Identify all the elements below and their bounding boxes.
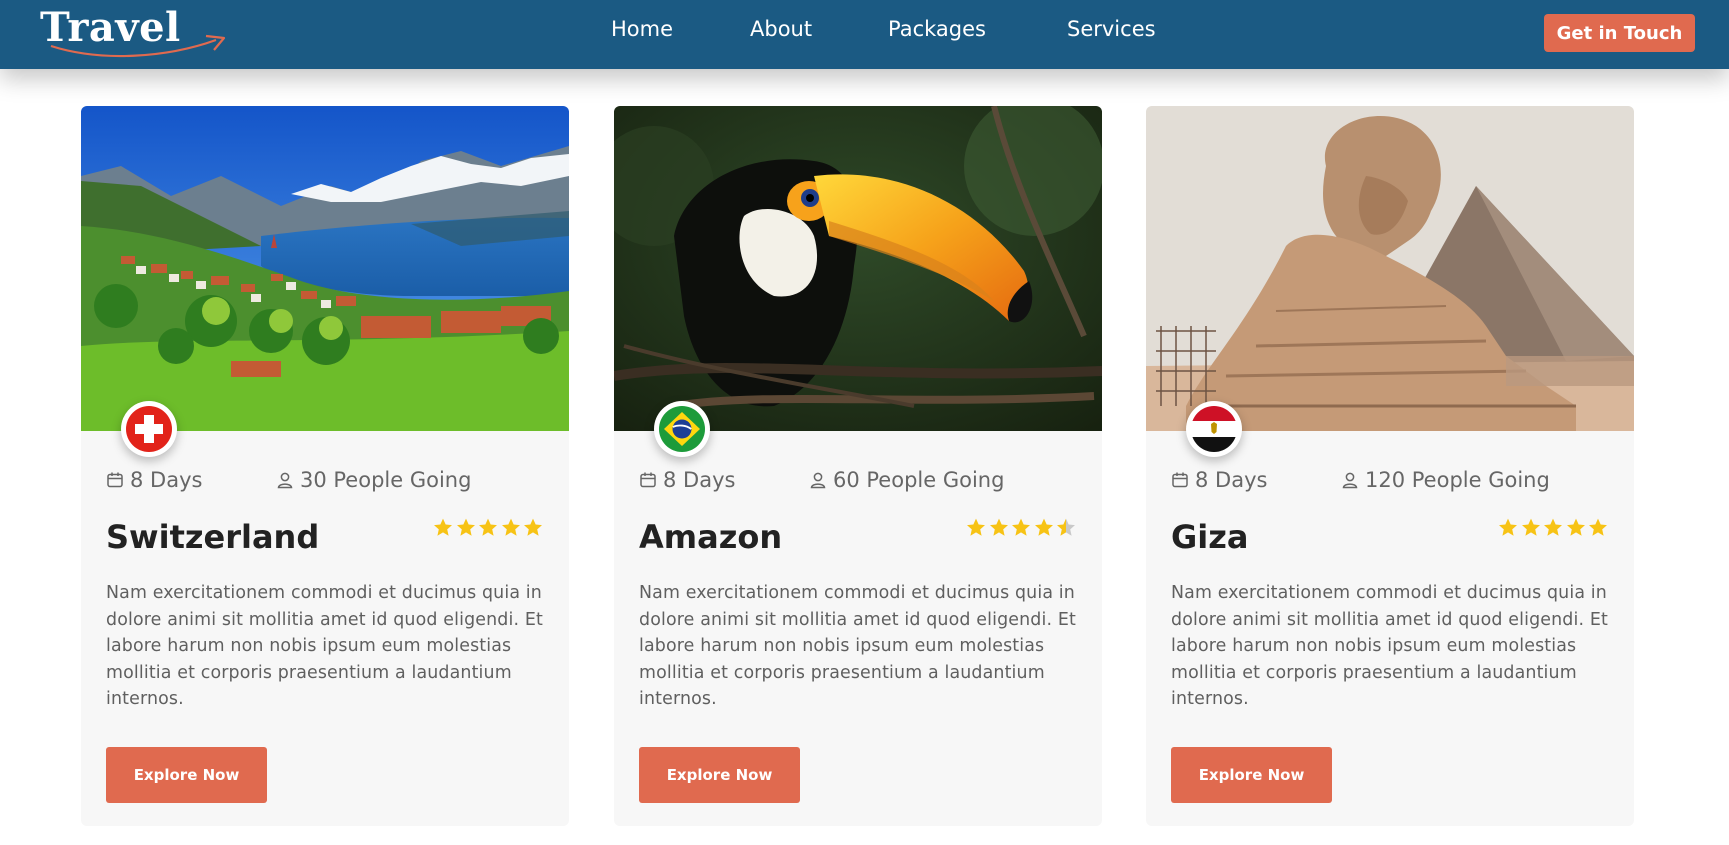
explore-now-button[interactable]: Explore Now xyxy=(106,747,267,803)
star-icon xyxy=(455,517,477,539)
rating-stars xyxy=(1497,517,1610,539)
card-title: Amazon xyxy=(639,518,783,556)
nav-services[interactable]: Services xyxy=(1067,17,1156,41)
star-icon xyxy=(432,517,454,539)
card-title: Giza xyxy=(1171,518,1249,556)
rating-stars xyxy=(432,517,545,539)
star-icon xyxy=(500,517,522,539)
duration: 8 Days xyxy=(1171,468,1267,492)
star-icon xyxy=(1055,517,1077,539)
people-text: 60 People Going xyxy=(833,468,1005,492)
card-description: Nam exercitationem commodi et ducimus qu… xyxy=(106,583,543,709)
person-icon xyxy=(809,471,827,489)
star-icon xyxy=(965,517,987,539)
package-card-switzerland: 8 Days 30 People Going Switzerland Nam e… xyxy=(81,106,569,826)
people-text: 30 People Going xyxy=(300,468,472,492)
switzerland-flag-icon xyxy=(121,401,177,457)
person-icon xyxy=(276,471,294,489)
star-icon xyxy=(522,517,544,539)
lake-village-image xyxy=(81,106,569,431)
explore-now-button[interactable]: Explore Now xyxy=(639,747,800,803)
explore-now-button[interactable]: Explore Now xyxy=(1171,747,1332,803)
toucan-image xyxy=(614,106,1102,431)
calendar-icon xyxy=(1171,471,1189,489)
card-image-sphinx[interactable] xyxy=(1146,106,1634,431)
nav-about[interactable]: About xyxy=(750,17,812,41)
package-card-amazon: 8 Days 60 People Going Amazon Nam exerci… xyxy=(614,106,1102,826)
top-navbar: Travel Home About Packages Services Get … xyxy=(0,0,1729,69)
star-icon xyxy=(477,517,499,539)
egypt-flag-icon xyxy=(1186,401,1242,457)
duration-text: 8 Days xyxy=(1195,468,1268,492)
star-icon xyxy=(1565,517,1587,539)
person-icon xyxy=(1341,471,1359,489)
star-icon xyxy=(1010,517,1032,539)
card-image-lake-village[interactable] xyxy=(81,106,569,431)
star-icon xyxy=(1542,517,1564,539)
card-meta: 8 Days 30 People Going xyxy=(106,468,546,498)
star-icon xyxy=(988,517,1010,539)
card-description: Nam exercitationem commodi et ducimus qu… xyxy=(1171,583,1608,709)
people-text: 120 People Going xyxy=(1365,468,1550,492)
duration-text: 8 Days xyxy=(130,468,203,492)
card-meta: 8 Days 60 People Going xyxy=(639,468,1079,498)
people-going: 120 People Going xyxy=(1341,468,1550,492)
rating-stars xyxy=(965,517,1078,539)
brazil-flag-icon xyxy=(654,401,710,457)
logo-swoosh-icon xyxy=(50,34,226,58)
star-icon xyxy=(1033,517,1055,539)
duration: 8 Days xyxy=(106,468,202,492)
duration-text: 8 Days xyxy=(663,468,736,492)
card-title: Switzerland xyxy=(106,518,320,556)
nav-packages[interactable]: Packages xyxy=(888,17,986,41)
people-going: 60 People Going xyxy=(809,468,1004,492)
people-going: 30 People Going xyxy=(276,468,471,492)
travel-logo[interactable]: Travel xyxy=(40,4,230,64)
star-icon xyxy=(1497,517,1519,539)
get-in-touch-button[interactable]: Get in Touch xyxy=(1544,14,1695,52)
calendar-icon xyxy=(639,471,657,489)
package-card-giza: 8 Days 120 People Going Giza Nam exercit… xyxy=(1146,106,1634,826)
card-image-toucan[interactable] xyxy=(614,106,1102,431)
duration: 8 Days xyxy=(639,468,735,492)
calendar-icon xyxy=(106,471,124,489)
star-icon xyxy=(1520,517,1542,539)
card-description: Nam exercitationem commodi et ducimus qu… xyxy=(639,583,1076,709)
nav-home[interactable]: Home xyxy=(611,17,673,41)
star-icon xyxy=(1587,517,1609,539)
sphinx-image xyxy=(1146,106,1634,431)
card-meta: 8 Days 120 People Going xyxy=(1171,468,1611,498)
